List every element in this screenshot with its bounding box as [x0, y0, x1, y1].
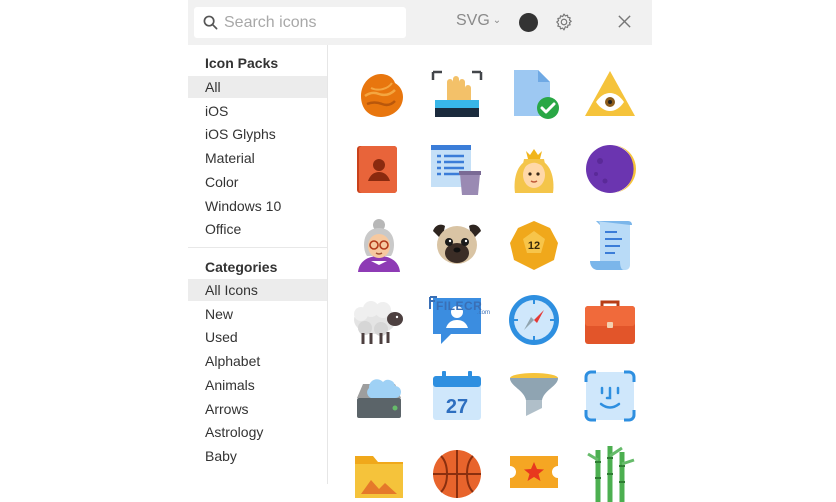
- briefcase-icon[interactable]: [582, 292, 638, 348]
- sheep-icon[interactable]: [351, 292, 407, 348]
- search-box[interactable]: [194, 7, 406, 38]
- image-folder-icon[interactable]: [351, 446, 407, 502]
- file-check-icon[interactable]: [506, 66, 562, 122]
- icon-pack-all[interactable]: All: [188, 76, 327, 98]
- pug-icon[interactable]: [429, 217, 485, 273]
- basketball-icon[interactable]: [429, 446, 485, 502]
- contact-card-icon[interactable]: [429, 292, 485, 348]
- categories-heading: Categories: [205, 259, 278, 275]
- hand-scanner-icon[interactable]: [429, 66, 485, 122]
- grandmother-icon[interactable]: [351, 217, 407, 273]
- gear-icon[interactable]: [554, 12, 574, 32]
- dice-number: 12: [528, 240, 540, 252]
- category-new[interactable]: New: [188, 303, 327, 325]
- icon-pack-ios-glyphs[interactable]: iOS Glyphs: [188, 123, 327, 145]
- calendar-day: 27: [446, 396, 468, 418]
- cloud-storage-icon[interactable]: [351, 368, 407, 424]
- d12-dice-icon[interactable]: 12: [506, 217, 562, 273]
- format-label: SVG: [456, 12, 490, 29]
- icon-pack-material[interactable]: Material: [188, 147, 327, 169]
- category-alphabet[interactable]: Alphabet: [188, 350, 327, 372]
- crescent-moon-icon[interactable]: [582, 141, 638, 197]
- delete-list-icon[interactable]: [429, 141, 485, 197]
- face-id-icon[interactable]: [582, 368, 638, 424]
- funnel-icon[interactable]: [506, 368, 562, 424]
- toolbar: SVG⌄: [188, 0, 652, 45]
- category-used[interactable]: Used: [188, 326, 327, 348]
- icon-packs-heading: Icon Packs: [205, 55, 279, 71]
- icons-app-window: SVG⌄ Icon Packs All iOS iOS Glyphs Mater…: [188, 0, 652, 502]
- chevron-down-icon: ⌄: [492, 15, 502, 26]
- format-dropdown[interactable]: SVG ⌄: [456, 12, 501, 30]
- icon-pack-color[interactable]: Color: [188, 171, 327, 193]
- search-icon: [203, 15, 218, 30]
- icon-pack-office[interactable]: Office: [188, 218, 327, 240]
- sidebar-divider: [188, 247, 327, 248]
- icon-pack-windows-10[interactable]: Windows 10: [188, 195, 327, 217]
- icon-pack-ios[interactable]: iOS: [188, 100, 327, 122]
- bamboo-icon[interactable]: [582, 446, 638, 502]
- category-arrows[interactable]: Arrows: [188, 398, 327, 420]
- close-icon[interactable]: [617, 14, 632, 29]
- hazelnut-icon[interactable]: [351, 66, 407, 122]
- calendar-icon[interactable]: 27: [429, 368, 485, 424]
- princess-icon[interactable]: [506, 141, 562, 197]
- sidebar: Icon Packs All iOS iOS Glyphs Material C…: [188, 45, 328, 484]
- address-book-icon[interactable]: [351, 141, 407, 197]
- scroll-icon[interactable]: [582, 217, 638, 273]
- category-animals[interactable]: Animals: [188, 374, 327, 396]
- compass-icon[interactable]: [506, 292, 562, 348]
- ticket-icon[interactable]: [506, 446, 562, 502]
- category-astrology[interactable]: Astrology: [188, 421, 327, 443]
- category-baby[interactable]: Baby: [188, 445, 327, 467]
- eye-of-providence-icon[interactable]: [582, 66, 638, 122]
- color-picker-button[interactable]: [519, 13, 538, 32]
- search-input[interactable]: [224, 7, 400, 38]
- category-all-icons[interactable]: All Icons: [188, 279, 327, 301]
